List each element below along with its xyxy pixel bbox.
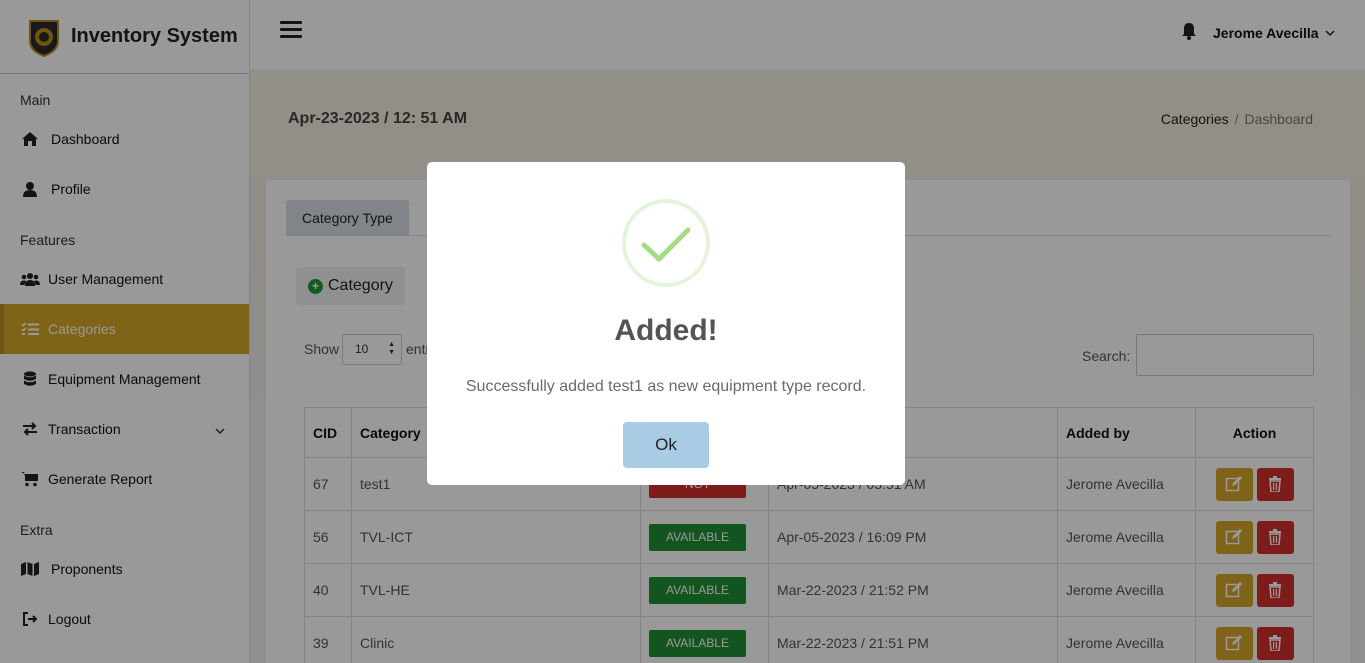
success-check-icon <box>622 199 710 287</box>
success-dialog: Added! Successfully added test1 as new e… <box>427 162 905 485</box>
dialog-message: Successfully added test1 as new equipmen… <box>465 378 867 395</box>
ok-button[interactable]: Ok <box>623 422 709 468</box>
dialog-title: Added! <box>614 314 718 347</box>
